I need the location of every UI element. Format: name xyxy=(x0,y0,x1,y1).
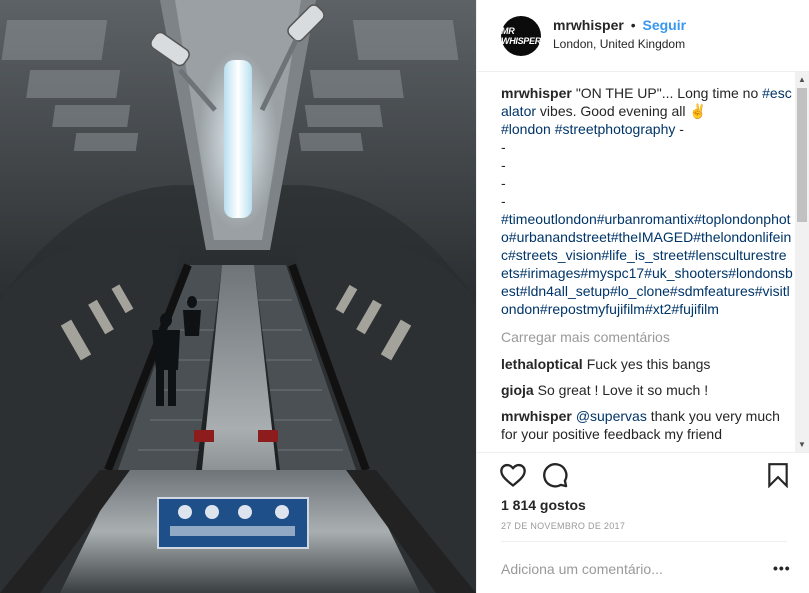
comment-item: gioja So great ! Love it so much ! xyxy=(501,381,793,399)
comment-item: lethaloptical Fuck yes this bangs xyxy=(501,355,793,373)
load-more-comments-button[interactable]: Carregar mais comentários xyxy=(501,328,793,346)
speech-bubble-icon xyxy=(543,463,568,488)
scroll-down-arrow-icon[interactable]: ▼ xyxy=(798,440,806,449)
mention-link[interactable]: @supervas xyxy=(576,408,647,424)
caption: mrwhisper "ON THE UP"... Long time no #es… xyxy=(501,84,793,318)
header-user-row: mrwhisper • Seguir xyxy=(553,17,686,33)
caption-dash: - xyxy=(501,175,506,191)
post-sidebar: MR WHISPER mrwhisper • Seguir London, Un… xyxy=(476,0,809,593)
hashtag-block[interactable]: #timeoutlondon#urbanromantix#toplondonph… xyxy=(501,210,793,318)
comment-username-link[interactable]: gioja xyxy=(501,382,534,398)
caption-username-link[interactable]: mrwhisper xyxy=(501,85,572,101)
comment-text: Fuck yes this bangs xyxy=(586,356,711,372)
caption-dash: - xyxy=(501,193,506,209)
like-button[interactable] xyxy=(499,461,527,489)
post-header: MR WHISPER mrwhisper • Seguir London, Un… xyxy=(477,0,809,72)
more-options-button[interactable]: ••• xyxy=(773,560,791,576)
post-actions: 1 814 gostos 27 DE NOVEMBRO DE 2017 ••• xyxy=(477,452,809,592)
hashtag-link[interactable]: #streetphotography xyxy=(555,121,676,137)
caption-text: "ON THE UP"... Long time no xyxy=(575,85,763,101)
caption-text: - xyxy=(675,121,684,137)
likes-count[interactable]: 1 814 gostos xyxy=(501,497,586,513)
comments-list[interactable]: mrwhisper "ON THE UP"... Long time no #es… xyxy=(501,84,793,452)
scrollbar-thumb[interactable] xyxy=(797,88,807,222)
divider xyxy=(501,541,787,542)
add-comment-input[interactable] xyxy=(501,556,741,582)
avatar[interactable]: MR WHISPER xyxy=(501,16,541,56)
post-photo[interactable] xyxy=(0,0,476,593)
comment-username-link[interactable]: lethaloptical xyxy=(501,356,583,372)
follow-button[interactable]: Seguir xyxy=(643,17,687,33)
location-link[interactable]: London, United Kingdom xyxy=(553,37,685,51)
caption-text: vibes. Good evening all ✌ xyxy=(536,103,707,119)
comment-text: So great ! Love it so much ! xyxy=(537,382,709,398)
scroll-up-arrow-icon[interactable]: ▲ xyxy=(798,75,806,84)
caption-dash: - xyxy=(501,139,506,155)
comment-button[interactable] xyxy=(541,461,569,489)
heart-outline-icon xyxy=(500,463,526,487)
comment-item: mrwhisper @supervas thank you very much f… xyxy=(501,407,793,443)
hashtag-link[interactable]: #london xyxy=(501,121,551,137)
post-date[interactable]: 27 DE NOVEMBRO DE 2017 xyxy=(501,521,625,531)
escalator-photo-image xyxy=(0,0,476,593)
bookmark-icon xyxy=(768,463,788,489)
comment-username-link[interactable]: mrwhisper xyxy=(501,408,572,424)
caption-dash: - xyxy=(501,157,506,173)
comments-scrollbar[interactable]: ▲ ▼ xyxy=(795,72,809,452)
save-button[interactable] xyxy=(766,462,790,489)
separator-dot: • xyxy=(630,17,636,33)
header-username-link[interactable]: mrwhisper xyxy=(553,17,624,33)
caption-dashes: - - - - xyxy=(501,138,793,210)
